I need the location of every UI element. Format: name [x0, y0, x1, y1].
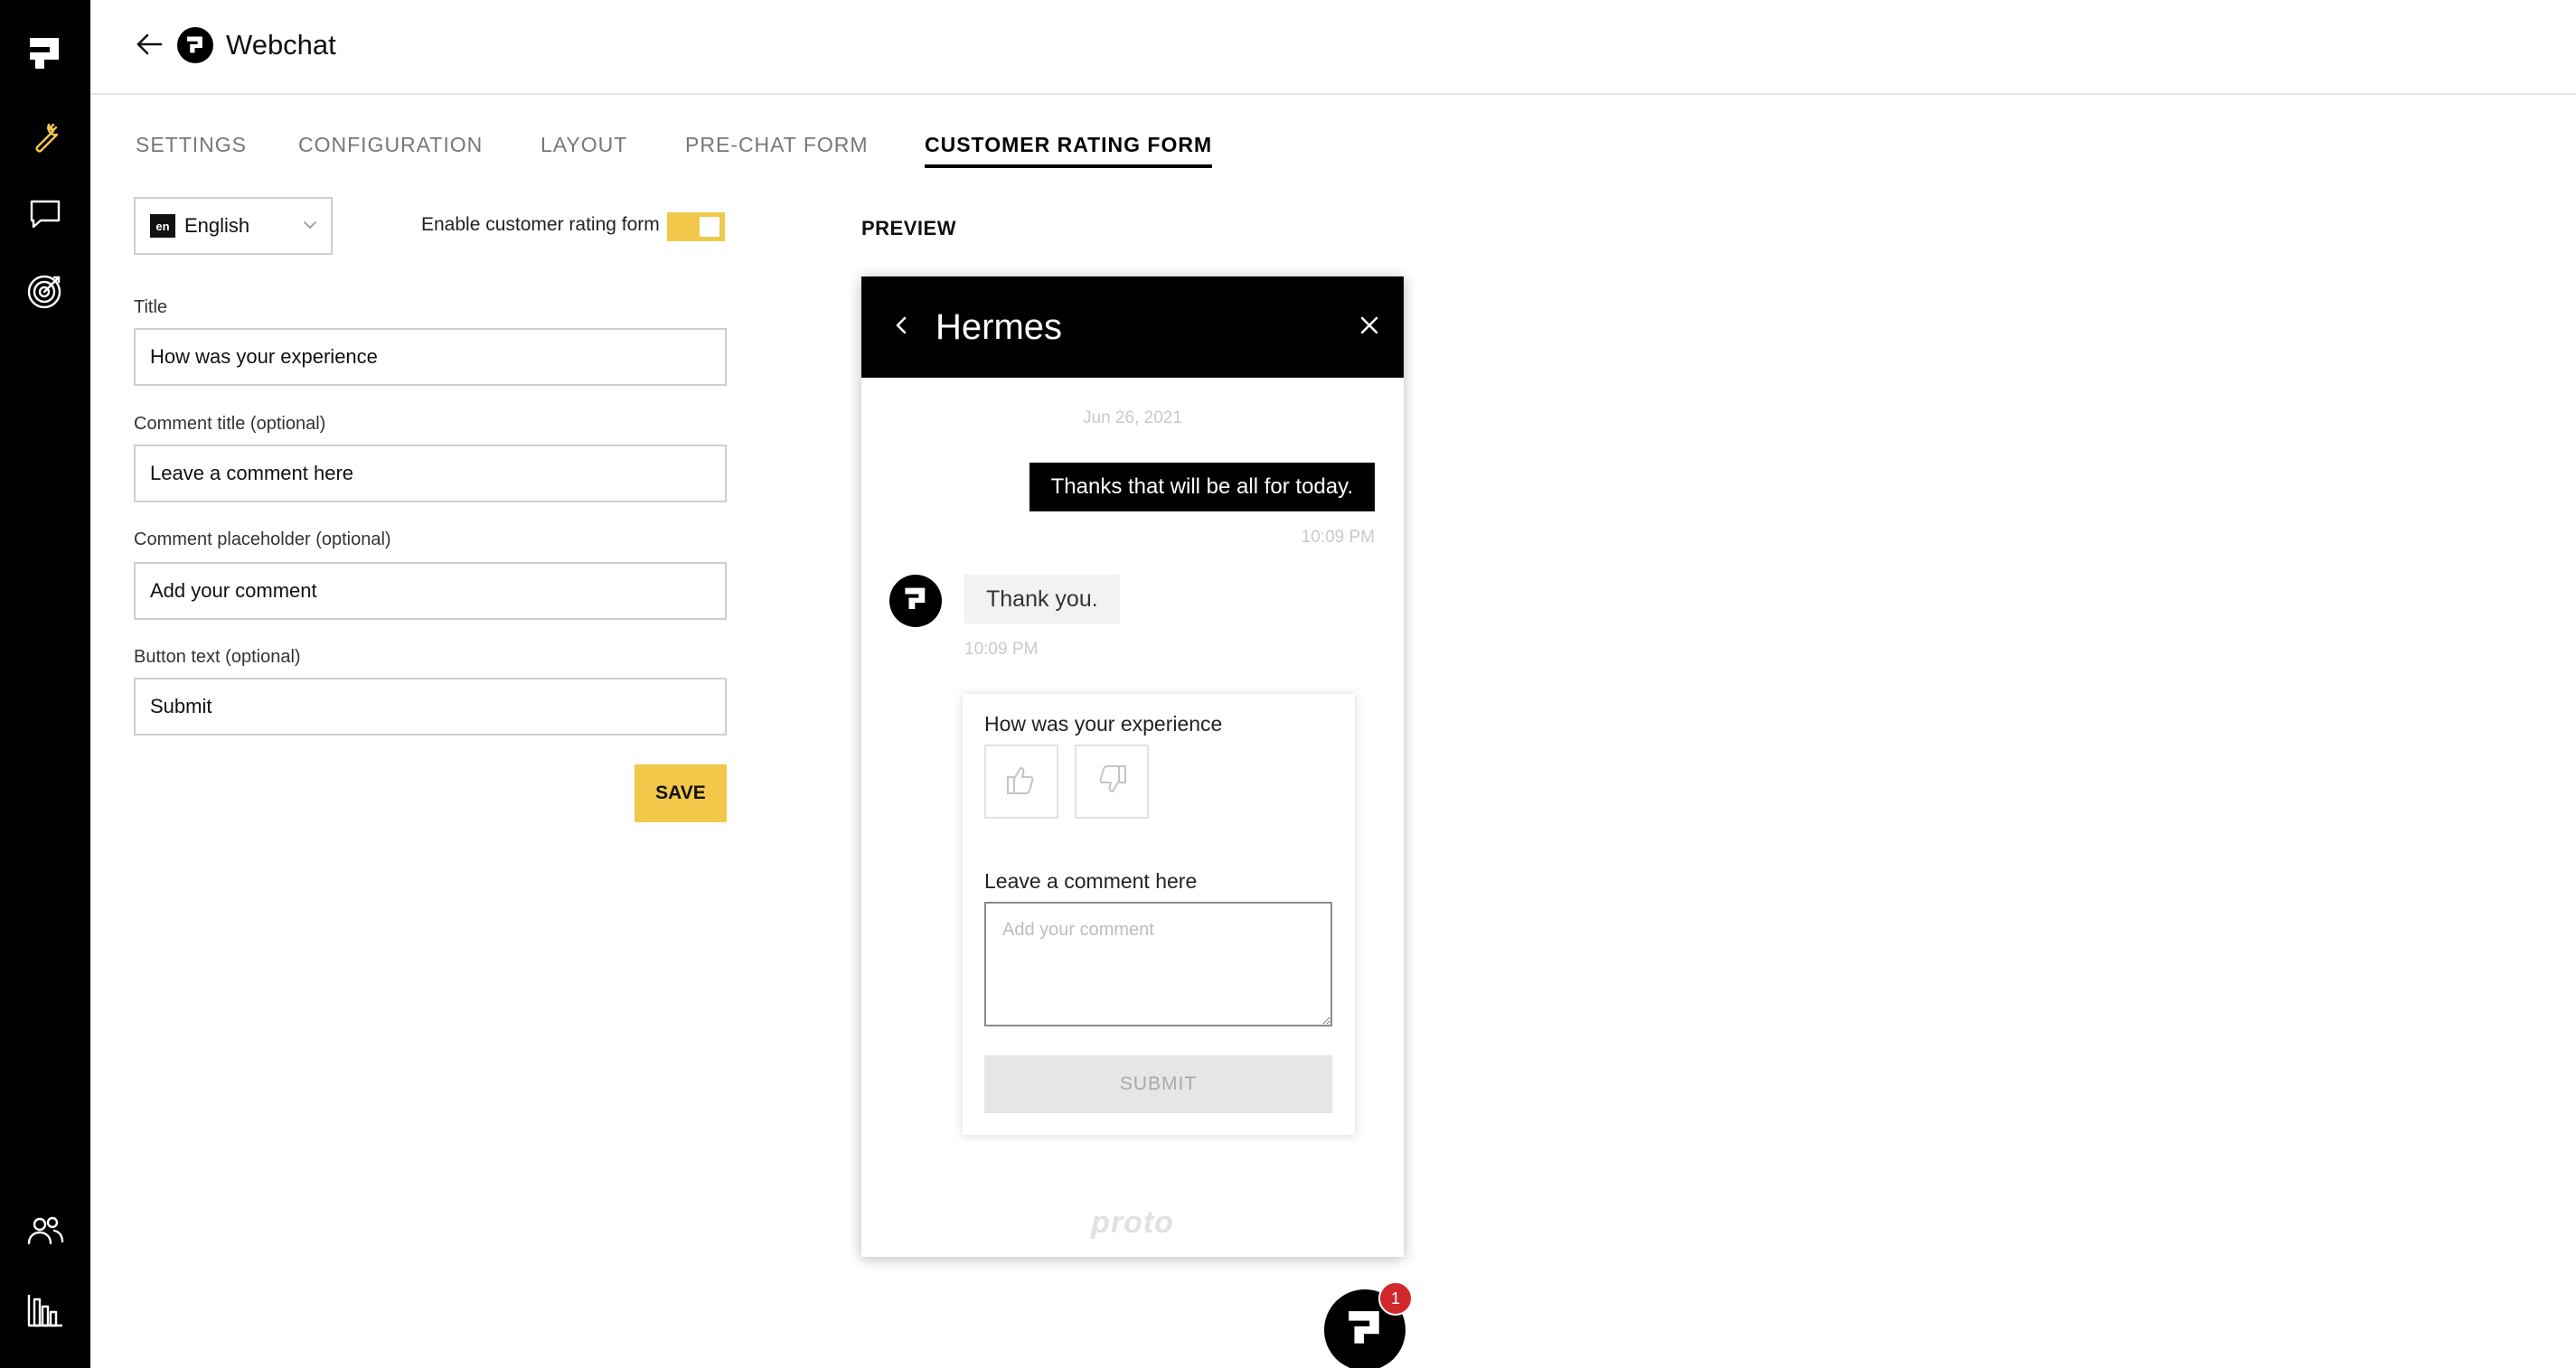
unread-count-badge: 1 [1378, 1281, 1413, 1316]
bot-avatar [889, 575, 942, 627]
preview-label: PREVIEW [861, 217, 956, 239]
page-title: Webchat [226, 29, 336, 61]
widget-title: Hermes [935, 307, 1063, 347]
tab-settings[interactable]: SETTINGS [136, 126, 247, 163]
wrench-icon[interactable] [18, 110, 72, 164]
button-text-label: Button text (optional) [134, 647, 301, 667]
save-button[interactable]: SAVE [635, 764, 727, 822]
chat-widget-preview: Hermes Jun 26, 2021 Thanks that will be … [861, 276, 1404, 1257]
tab-customer-rating-form[interactable]: CUSTOMER RATING FORM [925, 126, 1213, 168]
widget-close-button[interactable] [1351, 309, 1387, 345]
user-message-time: 10:09 PM [1301, 528, 1375, 547]
conversation-date: Jun 26, 2021 [1083, 408, 1182, 427]
thumbs-down-icon [1095, 763, 1129, 801]
thumbs-down-button[interactable] [1075, 745, 1149, 819]
rating-submit-button[interactable]: SUBMIT [984, 1055, 1332, 1113]
chevron-down-icon [302, 219, 318, 236]
comment-title-input[interactable] [134, 445, 727, 502]
button-text-input[interactable] [134, 678, 727, 736]
chevron-left-icon [894, 314, 908, 341]
title-label: Title [134, 297, 168, 317]
user-message-bubble: Thanks that will be all for today. [1029, 463, 1375, 511]
comment-title-label: Comment title (optional) [134, 414, 326, 434]
brand-logo-icon[interactable] [18, 27, 72, 81]
thumbs-up-icon [1004, 763, 1039, 801]
brand-logo-icon [1347, 1309, 1383, 1352]
rating-title: How was your experience [984, 712, 1223, 736]
brand-logo-icon [904, 586, 927, 616]
bot-message-bubble: Thank you. [964, 575, 1120, 623]
title-input[interactable] [134, 328, 727, 386]
language-label: English [184, 214, 250, 237]
bot-message-time: 10:09 PM [964, 640, 1039, 659]
users-icon[interactable] [18, 1204, 72, 1259]
bar-chart-icon[interactable] [18, 1283, 72, 1337]
top-header: Webchat [90, 0, 2576, 95]
widget-header: Hermes [861, 276, 1404, 378]
toggle-knob [700, 217, 719, 237]
enable-rating-toggle[interactable] [667, 212, 725, 241]
target-icon[interactable] [18, 264, 72, 318]
language-code-badge: en [150, 214, 175, 238]
thumbs-up-button[interactable] [984, 745, 1058, 819]
side-navigation-rail [0, 0, 90, 1368]
back-button[interactable] [127, 23, 172, 69]
comment-placeholder-label: Comment placeholder (optional) [134, 529, 391, 549]
language-select[interactable]: en English [134, 197, 333, 255]
comment-placeholder-input[interactable] [134, 562, 727, 620]
rating-card-body: How was your experience Leave a comment … [963, 694, 1355, 1135]
widget-back-button[interactable] [883, 309, 919, 345]
tab-layout[interactable]: LAYOUT [541, 126, 627, 163]
close-icon [1359, 314, 1380, 341]
tab-configuration[interactable]: CONFIGURATION [298, 126, 483, 163]
footer-brand-logo: proto [1091, 1205, 1174, 1240]
rating-comment-title: Leave a comment here [984, 869, 1198, 893]
tab-pre-chat-form[interactable]: PRE-CHAT FORM [685, 126, 869, 163]
arrow-left-icon [136, 33, 163, 61]
chat-bubble-icon[interactable] [18, 187, 72, 241]
brand-logo-icon [177, 27, 213, 63]
rating-card: How was your experience Leave a comment … [963, 694, 1355, 1257]
rating-comment-textarea[interactable] [984, 902, 1332, 1026]
enable-rating-label: Enable customer rating form [421, 214, 660, 235]
